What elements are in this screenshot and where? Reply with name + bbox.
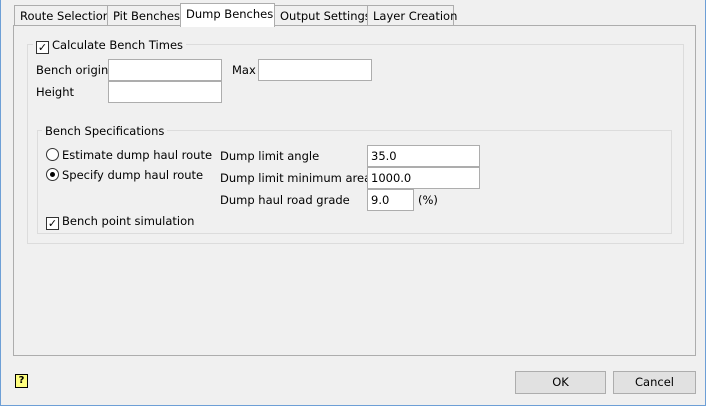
dialog-window: Route Selection Pit Benches Dump Benches… <box>0 0 706 406</box>
checkbox-checked-icon: ✓ <box>46 217 59 230</box>
tab-dump-benches[interactable]: Dump Benches <box>180 3 275 27</box>
haul-road-grade-input[interactable]: 9.0 <box>367 189 414 211</box>
ok-button[interactable]: OK <box>515 371 606 394</box>
max-input[interactable] <box>258 59 372 81</box>
bench-origin-label: Bench origin <box>36 63 109 77</box>
dump-limit-area-input[interactable]: 1000.0 <box>367 167 480 189</box>
cancel-button[interactable]: Cancel <box>613 371 696 394</box>
dump-limit-angle-input[interactable]: 35.0 <box>367 145 480 167</box>
estimate-route-radio[interactable]: Estimate dump haul route <box>46 148 212 162</box>
estimate-route-label: Estimate dump haul route <box>62 148 213 162</box>
bench-point-simulation-label: Bench point simulation <box>62 214 195 228</box>
max-label: Max <box>232 63 256 77</box>
tab-pit-benches[interactable]: Pit Benches <box>107 5 181 26</box>
bench-point-simulation-checkbox[interactable]: ✓ Bench point simulation <box>46 214 194 230</box>
radio-selected-icon <box>46 168 59 181</box>
tab-layer-creation[interactable]: Layer Creation <box>367 5 457 26</box>
calculate-bench-times-checkbox[interactable]: ✓ Calculate Bench Times <box>33 38 187 54</box>
height-label: Height <box>36 85 75 99</box>
haul-road-grade-label: Dump haul road grade <box>220 193 350 207</box>
calculate-bench-times-label: Calculate Bench Times <box>52 38 184 52</box>
height-input[interactable] <box>108 81 222 103</box>
dump-limit-area-label: Dump limit minimum area <box>220 171 372 185</box>
tab-output-settings[interactable]: Output Settings <box>274 5 371 26</box>
help-icon[interactable]: ? <box>15 374 28 388</box>
checkbox-checked-icon: ✓ <box>36 41 49 54</box>
bench-origin-input[interactable] <box>108 59 222 81</box>
radio-icon <box>46 148 59 161</box>
tab-route-selection[interactable]: Route Selection <box>14 5 110 26</box>
specify-route-label: Specify dump haul route <box>62 168 204 182</box>
dump-limit-angle-label: Dump limit angle <box>220 149 320 163</box>
grade-unit-label: (%) <box>418 193 438 207</box>
specify-route-radio[interactable]: Specify dump haul route <box>46 168 203 182</box>
bench-specifications-title: Bench Specifications <box>42 124 168 138</box>
